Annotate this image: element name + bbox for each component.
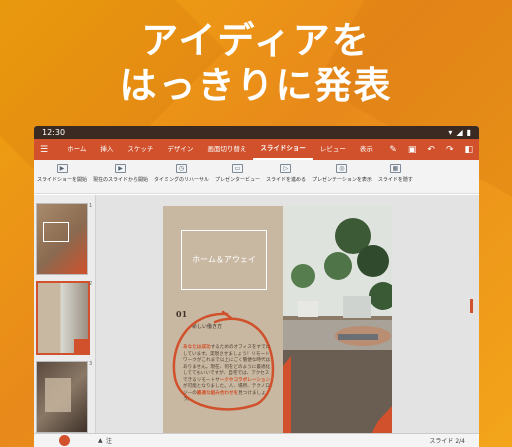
tab-sketch[interactable]: スケッチ xyxy=(120,139,160,160)
advance-icon: ▷ xyxy=(280,164,292,173)
play-current-icon: ▶ xyxy=(115,164,127,173)
device-screen: 12:30 ▾ ◢ ▮ ☰ ホーム 挿入 スケッチ デザイン 画面切り替え スラ… xyxy=(34,126,479,447)
body-bold: ークやコラボレーション xyxy=(219,377,271,383)
ribbon-tabs: ホーム 挿入 スケッチ デザイン 画面切り替え スライドショー レビュー 表示 xyxy=(60,139,389,160)
slide-number: 1 xyxy=(89,203,93,209)
slide-counter: スライド 2/4 xyxy=(429,438,465,445)
timer-icon: ◷ xyxy=(175,164,187,173)
slide-number: 2 xyxy=(89,281,93,287)
app-toolbar: ☰ ホーム 挿入 スケッチ デザイン 画面切り替え スライドショー レビュー 表… xyxy=(34,139,479,160)
slideshow-ribbon: ▶ スライドショーを開始 ▶ 現在のスライドから開始 ◷ タイミングのリハーサル ▭ プ… xyxy=(34,160,479,194)
body-highlight: あなたは成功 xyxy=(183,345,211,350)
status-bar: 12:30 ▾ ◢ ▮ xyxy=(34,126,479,139)
hide-icon: ▦ xyxy=(389,164,401,173)
save-icon[interactable]: ▣ xyxy=(408,145,417,155)
slide-body-text: あなたは成功するためのオフィスをすでにしています。実現させましょう！リモートワー… xyxy=(183,345,273,404)
slide-thumbnail-selected[interactable] xyxy=(36,281,90,355)
signal-icon: ◢ xyxy=(456,128,463,137)
slide-thumbnail[interactable] xyxy=(36,203,88,275)
status-time: 12:30 xyxy=(42,128,66,137)
slide-photo xyxy=(283,206,392,434)
battery-icon: ▮ xyxy=(466,128,471,137)
wifi-icon: ▾ xyxy=(448,128,453,137)
play-icon: ▶ xyxy=(56,164,68,173)
body-bold: 最適な組み合わせを xyxy=(196,390,239,396)
slide-number: 3 xyxy=(89,361,93,367)
undo-icon[interactable]: ↶ xyxy=(427,145,435,155)
show-presentation-button[interactable]: ◎ プレゼンテーションを表示 xyxy=(312,164,372,183)
redo-icon[interactable]: ↷ xyxy=(446,145,454,155)
headline-line2: はっきりに発表 xyxy=(119,64,393,107)
bottom-status-bar: ▲ 注 スライド 2/4 xyxy=(34,433,479,447)
toolbar-actions: ✎ ▣ ↶ ↷ ◧ xyxy=(389,145,473,155)
edit-icon[interactable]: ✎ xyxy=(389,145,397,155)
tab-review[interactable]: レビュー xyxy=(313,139,353,160)
status-icons: ▾ ◢ ▮ xyxy=(448,128,471,137)
presenter-icon: ▭ xyxy=(231,164,243,173)
headline: アイディアを はっきりに発表 xyxy=(0,18,512,108)
thumbnail-text-box xyxy=(45,378,71,412)
notes-label[interactable]: 注 xyxy=(106,436,112,445)
rehearse-timings-button[interactable]: ◷ タイミングのリハーサル xyxy=(154,164,209,183)
workspace: 1 2 3 ホーム＆アウェイ 01 新しい働き方 あなたは成功するためのオフィス… xyxy=(34,195,479,434)
thumbnail-title-box xyxy=(43,222,69,242)
hide-slide-button[interactable]: ▦ スライドを隠す xyxy=(378,164,413,183)
panel-toggle-icon[interactable]: ◧ xyxy=(464,145,473,155)
vertical-scrollbar[interactable] xyxy=(470,299,473,313)
tab-design[interactable]: デザイン xyxy=(160,139,200,160)
start-from-current-button[interactable]: ▶ 現在のスライドから開始 xyxy=(93,164,148,183)
tab-transitions[interactable]: 画面切り替え xyxy=(200,139,253,160)
current-slide[interactable]: ホーム＆アウェイ 01 新しい働き方 あなたは成功するためのオフィスをすでにして… xyxy=(163,206,392,434)
tab-home[interactable]: ホーム xyxy=(60,139,93,160)
advance-slide-button[interactable]: ▷ スライドを進める xyxy=(266,164,306,183)
start-slideshow-button[interactable]: ▶ スライドショーを開始 xyxy=(37,164,87,183)
show-icon: ◎ xyxy=(336,164,348,173)
hamburger-menu-icon[interactable]: ☰ xyxy=(40,145,48,155)
plants-illustration xyxy=(283,206,392,434)
slide-thumbnail[interactable] xyxy=(36,361,88,433)
slide-title[interactable]: ホーム＆アウェイ xyxy=(181,230,267,290)
slide-thumbnails: 1 2 3 xyxy=(34,195,96,434)
slide-text-panel: ホーム＆アウェイ 01 新しい働き方 あなたは成功するためのオフィスをすでにして… xyxy=(163,206,283,434)
tab-insert[interactable]: 挿入 xyxy=(93,139,120,160)
add-slide-button[interactable] xyxy=(59,435,70,446)
tab-slideshow[interactable]: スライドショー xyxy=(253,139,313,160)
notes-toggle-icon[interactable]: ▲ xyxy=(98,437,103,444)
headline-line1: アイディアを xyxy=(141,19,371,62)
thumbnail-accent xyxy=(74,339,88,353)
tab-view[interactable]: 表示 xyxy=(353,139,380,160)
presenter-view-button[interactable]: ▭ プレゼンタービュー xyxy=(215,164,260,183)
